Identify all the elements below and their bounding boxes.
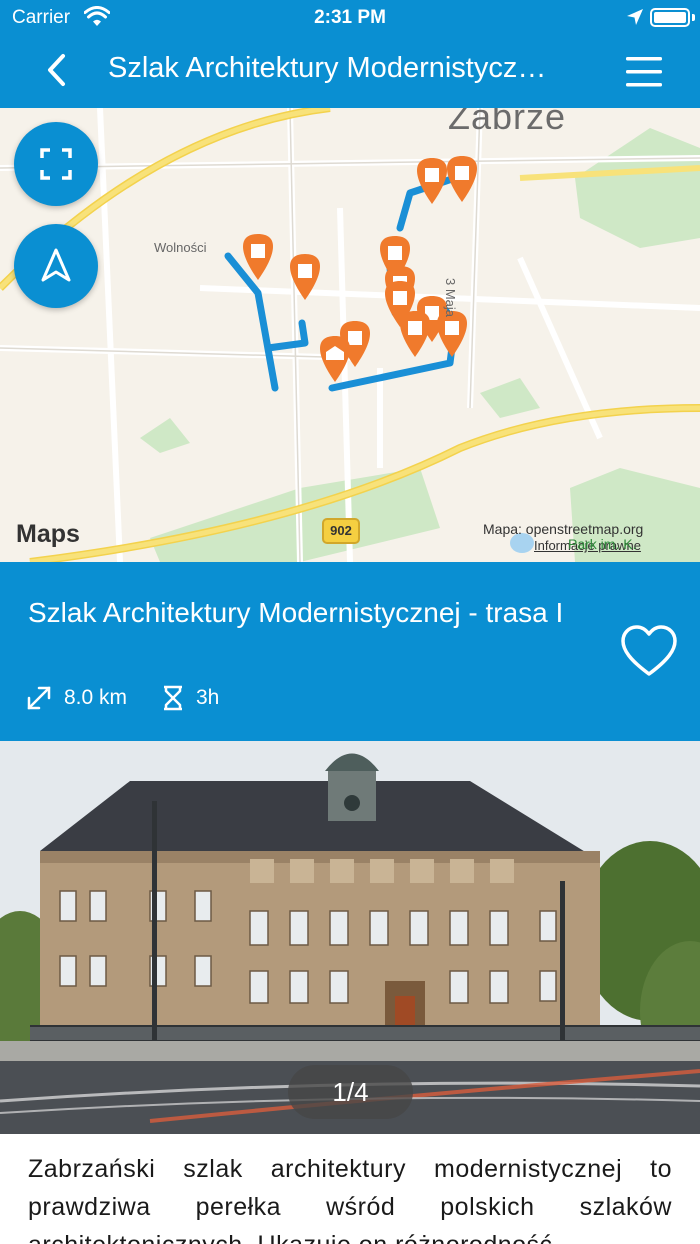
map-street-label: 3 Maja — [443, 278, 458, 318]
map-street-label: Wolności — [154, 240, 207, 255]
gallery-counter: 1/4 — [288, 1065, 413, 1119]
photo-gallery[interactable]: 1/4 — [0, 741, 700, 1134]
road-number-shield: 902 — [322, 518, 360, 544]
chevron-left-icon[interactable] — [36, 48, 80, 92]
navigation-bar: Szlak Architektury Modernistycz… — [0, 36, 700, 108]
location-services-icon — [627, 9, 643, 25]
route-distance-value: 8.0 km — [64, 686, 128, 709]
hamburger-menu-icon[interactable] — [622, 50, 666, 94]
maps-logo-text: Maps — [16, 520, 80, 548]
fullscreen-icon — [40, 148, 72, 180]
navigation-arrow-icon — [41, 248, 71, 282]
page-title: Szlak Architektury Modernistycz… — [108, 52, 547, 84]
clock: 2:31 PM — [314, 7, 386, 28]
map-city-label: Zabrze — [448, 108, 567, 137]
route-info: Szlak Architektury Modernistycznej - tra… — [0, 562, 700, 741]
diagonal-arrows-icon — [27, 686, 51, 710]
route-distance: 8.0 km — [26, 685, 127, 711]
route-title: Szlak Architektury Modernistycznej - tra… — [28, 597, 564, 628]
battery-tip — [692, 14, 695, 21]
heart-icon[interactable] — [620, 624, 678, 678]
map-park-label: Park im. K. — [568, 536, 637, 552]
route-map[interactable]: Zabrze Wolności 3 Maja 902 Maps Mapa: op… — [0, 108, 700, 562]
status-bar: Carrier 2:31 PM — [0, 0, 700, 36]
battery-icon — [650, 8, 690, 27]
hourglass-icon — [164, 685, 182, 711]
route-description: Zabrzański szlak architektury modernisty… — [28, 1155, 672, 1244]
route-duration-value: 3h — [196, 686, 220, 709]
map-canvas[interactable] — [0, 108, 700, 562]
fullscreen-button[interactable] — [14, 122, 98, 206]
map-credit[interactable]: Mapa: openstreetmap.org — [483, 521, 643, 537]
route-duration: 3h — [162, 685, 219, 711]
locate-button[interactable] — [14, 224, 98, 308]
maps-logo: Maps — [16, 520, 80, 549]
top-bar: Carrier 2:31 PM Szlak Architektury Moder… — [0, 0, 700, 108]
